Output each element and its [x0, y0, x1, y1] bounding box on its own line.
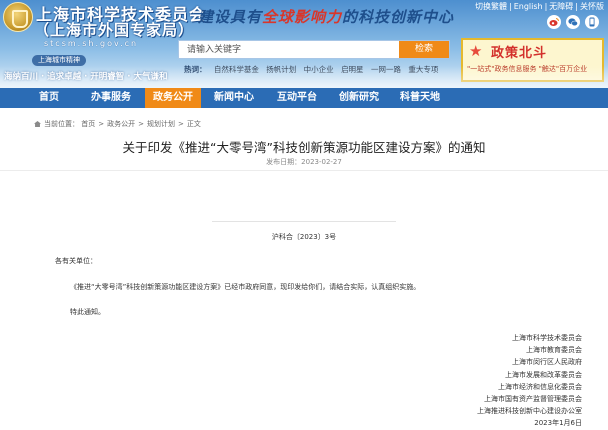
- org-url: stcsm.sh.gov.cn: [44, 39, 139, 48]
- link-traditional[interactable]: 切换繁體: [475, 2, 507, 11]
- sign-date: 2023年1月6日: [534, 419, 582, 428]
- breadcrumb-current: 正文: [186, 120, 201, 128]
- breadcrumb-plans[interactable]: 规划计划: [147, 120, 175, 128]
- separator: |: [509, 2, 512, 11]
- separator: |: [575, 2, 578, 11]
- policy-beidou-banner[interactable]: ★ 政策北斗 "一站式"政务信息服务 "触达"百万企业: [461, 38, 604, 82]
- nav-gov-affairs[interactable]: 政务公开: [145, 88, 201, 108]
- breadcrumb-gov-affairs[interactable]: 政务公开: [107, 120, 135, 128]
- doc-divider: [212, 221, 396, 222]
- recipient: 各有关单位：: [55, 257, 97, 265]
- search-input[interactable]: [179, 41, 399, 58]
- wechat-icon[interactable]: [566, 15, 580, 29]
- title-divider: [0, 170, 608, 171]
- signer: 上海市发展和改革委员会: [505, 370, 582, 379]
- search-box: 检索: [178, 40, 450, 59]
- article-title: 关于印发《推进“大零号湾”科技创新策源功能区建设方案》的通知: [122, 140, 486, 155]
- weibo-icon[interactable]: [547, 15, 561, 29]
- separator: |: [544, 2, 548, 11]
- signer: 上海市国有资产监督管理委员会: [484, 394, 582, 403]
- search-button[interactable]: 检索: [399, 41, 449, 58]
- hot-word[interactable]: 重大专项: [408, 65, 438, 74]
- breadcrumb: 当前位置： 首页 > 政务公开 > 规划计划 > 正文: [34, 119, 201, 129]
- signer: 上海市闵行区人民政府: [512, 358, 582, 367]
- document-number: 沪科合〔2023〕3号: [271, 233, 337, 241]
- nav-research[interactable]: 创新研究: [331, 88, 387, 108]
- city-spirit-text: 海纳百川 · 追求卓越 · 开明睿智 · 大气谦和: [4, 72, 168, 82]
- banner-title: 政策北斗: [491, 46, 548, 61]
- hot-word[interactable]: 扬帆计划: [266, 65, 296, 74]
- hot-words-label: 热词：: [184, 65, 207, 74]
- slogan-highlight: 全球影响力: [262, 8, 343, 26]
- nav-services[interactable]: 办事服务: [80, 88, 142, 108]
- hot-word[interactable]: 自然科学基金: [214, 65, 259, 74]
- link-accessibility[interactable]: 无障碍: [549, 2, 573, 11]
- city-spirit-badge: 上海城市精神: [32, 55, 86, 66]
- nav-popular-science[interactable]: 科普天地: [392, 88, 448, 108]
- slogan: 建设具有全球影响力的科技创新中心: [198, 6, 454, 27]
- signer: 上海市教育委员会: [526, 346, 582, 355]
- banner-subtitle: "一站式"政务信息服务 "触达"百万企业: [467, 65, 588, 73]
- separator: >: [138, 120, 144, 128]
- publish-date: 发布日期：2023-02-27: [266, 158, 342, 166]
- article-closing: 特此通知。: [70, 308, 105, 316]
- top-links: 切换繁體 | English | 无障碍 | 关怀版: [475, 1, 604, 12]
- emblem-logo[interactable]: [3, 2, 33, 32]
- nav-news[interactable]: 新闻中心: [206, 88, 262, 108]
- home-icon: [34, 121, 41, 127]
- slogan-part-c: 的科技创新中心: [342, 8, 455, 26]
- article-body: 《推进“大零号湾”科技创新策源功能区建设方案》已经市政府同意，现印发给你们，请结…: [70, 283, 421, 291]
- signer: 上海推进科技创新中心建设办公室: [477, 407, 582, 416]
- nav-home[interactable]: 首页: [24, 88, 74, 108]
- mobile-icon[interactable]: [585, 15, 599, 29]
- hot-word[interactable]: 启明星: [341, 65, 364, 74]
- star-icon: ★: [469, 42, 483, 60]
- hot-word[interactable]: 中小企业: [304, 65, 334, 74]
- hot-word[interactable]: 一网一路: [371, 65, 401, 74]
- signer: 上海市经济和信息化委员会: [498, 382, 582, 391]
- nav-interaction[interactable]: 互动平台: [268, 88, 326, 108]
- link-care-mode[interactable]: 关怀版: [580, 2, 604, 11]
- separator: >: [98, 120, 105, 128]
- link-english[interactable]: English: [514, 2, 543, 11]
- org-subname: （上海市外国专家局）: [34, 21, 195, 39]
- separator: >: [177, 120, 184, 128]
- site-header: 上海市科学技术委员会 （上海市外国专家局） stcsm.sh.gov.cn 上海…: [0, 0, 608, 88]
- main-nav: 首页 办事服务 政务公开 新闻中心 互动平台 创新研究 科普天地: [0, 88, 608, 108]
- signer: 上海市科学技术委员会: [512, 334, 582, 342]
- hot-words: 热词： 自然科学基金 扬帆计划 中小企业 启明星 一网一路 重大专项: [184, 64, 443, 75]
- breadcrumb-label: 当前位置：: [44, 120, 79, 128]
- signers-list: 上海市科学技术委员会 上海市教育委员会 上海市闵行区人民政府 上海市发展和改革委…: [477, 332, 582, 430]
- slogan-part-a: 建设具有: [198, 8, 263, 26]
- breadcrumb-home[interactable]: 首页: [81, 120, 95, 128]
